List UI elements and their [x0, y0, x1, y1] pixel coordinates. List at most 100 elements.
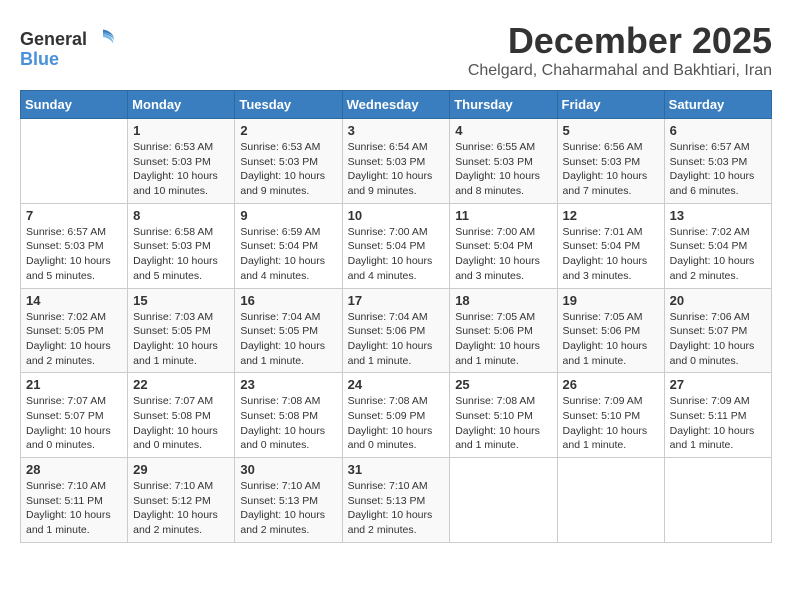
day-info: Sunrise: 7:05 AM Sunset: 5:06 PM Dayligh… — [455, 310, 551, 369]
day-number: 18 — [455, 293, 551, 308]
calendar-cell: 21 Sunrise: 7:07 AM Sunset: 5:07 PM Dayli… — [21, 373, 128, 458]
calendar-cell: 10 Sunrise: 7:00 AM Sunset: 5:04 PM Dayli… — [342, 203, 450, 288]
day-number: 12 — [563, 208, 659, 223]
day-info: Sunrise: 7:10 AM Sunset: 5:12 PM Dayligh… — [133, 479, 229, 538]
week-row-3: 14 Sunrise: 7:02 AM Sunset: 5:05 PM Dayli… — [21, 288, 772, 373]
calendar-cell: 31 Sunrise: 7:10 AM Sunset: 5:13 PM Dayli… — [342, 458, 450, 543]
day-number: 24 — [348, 377, 445, 392]
calendar-cell: 29 Sunrise: 7:10 AM Sunset: 5:12 PM Dayli… — [128, 458, 235, 543]
day-info: Sunrise: 7:10 AM Sunset: 5:13 PM Dayligh… — [240, 479, 336, 538]
calendar-cell: 27Sunrise: 7:09 AM Sunset: 5:11 PM Dayli… — [664, 373, 771, 458]
weekday-header-saturday: Saturday — [664, 91, 771, 119]
calendar-cell — [557, 458, 664, 543]
day-number: 13 — [670, 208, 766, 223]
day-info: Sunrise: 6:55 AM Sunset: 5:03 PM Dayligh… — [455, 140, 551, 199]
day-number: 22 — [133, 377, 229, 392]
main-title: December 2025 — [468, 20, 772, 62]
day-number: 1 — [133, 123, 229, 138]
logo: General Blue — [20, 25, 117, 70]
week-row-4: 21 Sunrise: 7:07 AM Sunset: 5:07 PM Dayli… — [21, 373, 772, 458]
day-info: Sunrise: 7:07 AM Sunset: 5:07 PM Dayligh… — [26, 394, 122, 453]
day-info: Sunrise: 7:04 AM Sunset: 5:05 PM Dayligh… — [240, 310, 336, 369]
day-number: 26 — [563, 377, 659, 392]
day-number: 15 — [133, 293, 229, 308]
day-number: 28 — [26, 462, 122, 477]
day-number: 21 — [26, 377, 122, 392]
day-info: Sunrise: 7:09 AM Sunset: 5:10 PM Dayligh… — [563, 394, 659, 453]
day-number: 25 — [455, 377, 551, 392]
day-number: 10 — [348, 208, 445, 223]
day-number: 31 — [348, 462, 445, 477]
day-number: 9 — [240, 208, 336, 223]
day-info: Sunrise: 7:07 AM Sunset: 5:08 PM Dayligh… — [133, 394, 229, 453]
week-row-1: 1 Sunrise: 6:53 AM Sunset: 5:03 PM Daylig… — [21, 119, 772, 204]
weekday-header-row: SundayMondayTuesdayWednesdayThursdayFrid… — [21, 91, 772, 119]
calendar-cell — [450, 458, 557, 543]
day-number: 17 — [348, 293, 445, 308]
day-number: 8 — [133, 208, 229, 223]
calendar-cell: 4 Sunrise: 6:55 AM Sunset: 5:03 PM Daylig… — [450, 119, 557, 204]
day-number: 27 — [670, 377, 766, 392]
day-info: Sunrise: 6:57 AM Sunset: 5:03 PM Dayligh… — [26, 225, 122, 284]
logo-blue: Blue — [20, 49, 59, 70]
day-info: Sunrise: 7:00 AM Sunset: 5:04 PM Dayligh… — [348, 225, 445, 284]
day-info: Sunrise: 6:59 AM Sunset: 5:04 PM Dayligh… — [240, 225, 336, 284]
calendar-cell: 6 Sunrise: 6:57 AM Sunset: 5:03 PM Daylig… — [664, 119, 771, 204]
header: General Blue December 2025 Chelgard, Cha… — [20, 20, 772, 80]
day-number: 11 — [455, 208, 551, 223]
day-number: 5 — [563, 123, 659, 138]
weekday-header-friday: Friday — [557, 91, 664, 119]
week-row-5: 28 Sunrise: 7:10 AM Sunset: 5:11 PM Dayli… — [21, 458, 772, 543]
weekday-header-thursday: Thursday — [450, 91, 557, 119]
calendar-cell: 18 Sunrise: 7:05 AM Sunset: 5:06 PM Dayli… — [450, 288, 557, 373]
weekday-header-tuesday: Tuesday — [235, 91, 342, 119]
week-row-2: 7 Sunrise: 6:57 AM Sunset: 5:03 PM Daylig… — [21, 203, 772, 288]
day-info: Sunrise: 6:56 AM Sunset: 5:03 PM Dayligh… — [563, 140, 659, 199]
calendar-cell: 3Sunrise: 6:54 AM Sunset: 5:03 PM Daylig… — [342, 119, 450, 204]
day-info: Sunrise: 6:54 AM Sunset: 5:03 PM Dayligh… — [348, 140, 445, 199]
calendar-cell: 25 Sunrise: 7:08 AM Sunset: 5:10 PM Dayli… — [450, 373, 557, 458]
day-number: 23 — [240, 377, 336, 392]
day-info: Sunrise: 7:00 AM Sunset: 5:04 PM Dayligh… — [455, 225, 551, 284]
day-info: Sunrise: 6:53 AM Sunset: 5:03 PM Dayligh… — [133, 140, 229, 199]
day-info: Sunrise: 7:03 AM Sunset: 5:05 PM Dayligh… — [133, 310, 229, 369]
day-info: Sunrise: 6:53 AM Sunset: 5:03 PM Dayligh… — [240, 140, 336, 199]
calendar-cell: 8 Sunrise: 6:58 AM Sunset: 5:03 PM Daylig… — [128, 203, 235, 288]
day-info: Sunrise: 7:08 AM Sunset: 5:09 PM Dayligh… — [348, 394, 445, 453]
calendar-cell: 20Sunrise: 7:06 AM Sunset: 5:07 PM Dayli… — [664, 288, 771, 373]
calendar-cell: 24 Sunrise: 7:08 AM Sunset: 5:09 PM Dayli… — [342, 373, 450, 458]
day-number: 14 — [26, 293, 122, 308]
day-number: 4 — [455, 123, 551, 138]
day-info: Sunrise: 7:08 AM Sunset: 5:08 PM Dayligh… — [240, 394, 336, 453]
subtitle: Chelgard, Chaharmahal and Bakhtiari, Ira… — [468, 62, 772, 80]
day-number: 2 — [240, 123, 336, 138]
calendar-cell: 1 Sunrise: 6:53 AM Sunset: 5:03 PM Daylig… — [128, 119, 235, 204]
day-number: 19 — [563, 293, 659, 308]
day-number: 7 — [26, 208, 122, 223]
calendar-cell — [664, 458, 771, 543]
calendar-cell: 30 Sunrise: 7:10 AM Sunset: 5:13 PM Dayli… — [235, 458, 342, 543]
weekday-header-wednesday: Wednesday — [342, 91, 450, 119]
calendar-cell: 5 Sunrise: 6:56 AM Sunset: 5:03 PM Daylig… — [557, 119, 664, 204]
day-number: 30 — [240, 462, 336, 477]
calendar-cell: 16 Sunrise: 7:04 AM Sunset: 5:05 PM Dayli… — [235, 288, 342, 373]
title-area: December 2025 Chelgard, Chaharmahal and … — [468, 20, 772, 80]
day-info: Sunrise: 7:10 AM Sunset: 5:13 PM Dayligh… — [348, 479, 445, 538]
calendar-cell: 2 Sunrise: 6:53 AM Sunset: 5:03 PM Daylig… — [235, 119, 342, 204]
weekday-header-monday: Monday — [128, 91, 235, 119]
calendar: SundayMondayTuesdayWednesdayThursdayFrid… — [20, 90, 772, 543]
day-number: 29 — [133, 462, 229, 477]
day-info: Sunrise: 6:58 AM Sunset: 5:03 PM Dayligh… — [133, 225, 229, 284]
weekday-header-sunday: Sunday — [21, 91, 128, 119]
logo-icon — [89, 25, 117, 53]
day-info: Sunrise: 6:57 AM Sunset: 5:03 PM Dayligh… — [670, 140, 766, 199]
day-info: Sunrise: 7:08 AM Sunset: 5:10 PM Dayligh… — [455, 394, 551, 453]
calendar-cell: 28 Sunrise: 7:10 AM Sunset: 5:11 PM Dayli… — [21, 458, 128, 543]
calendar-cell: 9 Sunrise: 6:59 AM Sunset: 5:04 PM Daylig… — [235, 203, 342, 288]
day-info: Sunrise: 7:02 AM Sunset: 5:05 PM Dayligh… — [26, 310, 122, 369]
day-number: 16 — [240, 293, 336, 308]
day-info: Sunrise: 7:10 AM Sunset: 5:11 PM Dayligh… — [26, 479, 122, 538]
day-number: 6 — [670, 123, 766, 138]
day-info: Sunrise: 7:01 AM Sunset: 5:04 PM Dayligh… — [563, 225, 659, 284]
calendar-cell — [21, 119, 128, 204]
